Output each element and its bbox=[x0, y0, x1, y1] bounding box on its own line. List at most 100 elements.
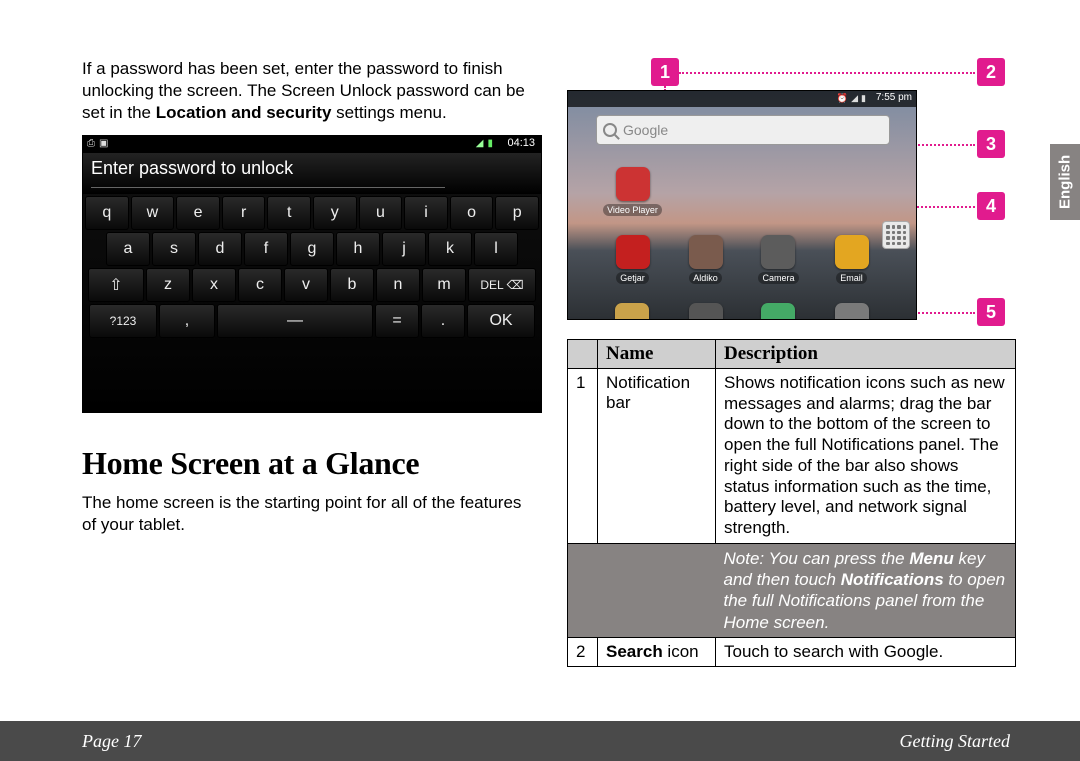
key-h: h bbox=[336, 232, 380, 266]
callout-1: 1 bbox=[651, 58, 679, 86]
status-right-icons: ◢▮ bbox=[476, 138, 493, 149]
app-music: Music bbox=[689, 303, 723, 320]
key-x: x bbox=[192, 268, 236, 302]
key-n: n bbox=[376, 268, 420, 302]
key-v: v bbox=[284, 268, 328, 302]
key-j: j bbox=[382, 232, 426, 266]
callout-4: 4 bbox=[977, 192, 1005, 220]
android-icon: ▣ bbox=[99, 138, 108, 149]
app-icon bbox=[689, 235, 723, 269]
home-status-time: 7:55 pm bbox=[876, 92, 912, 103]
key-y: y bbox=[313, 196, 357, 230]
alarm-icon: ⏰ bbox=[837, 93, 848, 104]
cell-1-desc: Shows notification icons such as new mes… bbox=[716, 369, 1016, 544]
wifi-icon: ◢ bbox=[851, 93, 858, 104]
password-input bbox=[91, 182, 445, 188]
status-left-icons: ⎙▣ bbox=[87, 138, 108, 149]
key-q: q bbox=[85, 196, 129, 230]
th-desc: Description bbox=[716, 340, 1016, 369]
app-email: Email bbox=[835, 235, 869, 303]
key-z: z bbox=[146, 268, 190, 302]
battery-icon: ▮ bbox=[487, 138, 493, 149]
app-label: Video Player bbox=[603, 204, 662, 216]
section-heading: Home Screen at a Glance bbox=[82, 445, 531, 482]
key-w: w bbox=[131, 196, 175, 230]
app-label: Email bbox=[836, 272, 867, 284]
th-num bbox=[568, 340, 598, 369]
key-m: m bbox=[422, 268, 466, 302]
key-delete: DEL ⌫ bbox=[468, 268, 536, 302]
home-status-icons: ⏰◢▮ bbox=[837, 93, 866, 104]
key-symbols: ?123 bbox=[89, 304, 157, 338]
key-u: u bbox=[359, 196, 403, 230]
cell-2-name: Search icon bbox=[598, 637, 716, 666]
app-icon bbox=[689, 303, 723, 320]
app-label: Getjar bbox=[616, 272, 649, 284]
callout-5: 5 bbox=[977, 298, 1005, 326]
app-icon bbox=[835, 235, 869, 269]
key-t: t bbox=[267, 196, 311, 230]
key-r: r bbox=[222, 196, 266, 230]
language-tab: English bbox=[1050, 144, 1080, 220]
app-icon bbox=[835, 303, 869, 320]
home-screen-screenshot: ⏰◢▮ 7:55 pm Google Video Player Getjar Ald… bbox=[567, 90, 917, 320]
app-video-player: Video Player bbox=[603, 167, 662, 235]
home-status-bar: ⏰◢▮ 7:55 pm bbox=[568, 91, 916, 107]
key-space: — bbox=[217, 304, 373, 338]
key-b: b bbox=[330, 268, 374, 302]
cell-2-num: 2 bbox=[568, 637, 598, 666]
key-p: p bbox=[495, 196, 539, 230]
usb-icon: ⎙ bbox=[87, 138, 95, 149]
cell-1-num: 1 bbox=[568, 369, 598, 544]
app-getjar: Getjar bbox=[616, 235, 650, 303]
page-footer: Page 17 Getting Started bbox=[0, 721, 1080, 761]
app-label: Aldiko bbox=[689, 272, 722, 284]
callout-3: 3 bbox=[977, 130, 1005, 158]
cell-1-name: Notification bar bbox=[598, 369, 716, 544]
key-i: i bbox=[404, 196, 448, 230]
key-equals: = bbox=[375, 304, 419, 338]
key-s: s bbox=[152, 232, 196, 266]
key-k: k bbox=[428, 232, 472, 266]
home-screen-figure: 1 2 3 4 5 ⏰◢▮ 7:55 pm Googl bbox=[567, 58, 1016, 323]
callout-2: 2 bbox=[977, 58, 1005, 86]
app-icon bbox=[761, 303, 795, 320]
intro-paragraph: If a password has been set, enter the pa… bbox=[82, 58, 531, 123]
app-gallery: Gallery bbox=[614, 303, 651, 320]
app-icon bbox=[761, 235, 795, 269]
callout-table: Name Description 1 Notification bar Show… bbox=[567, 339, 1016, 667]
key-o: o bbox=[450, 196, 494, 230]
key-f: f bbox=[244, 232, 288, 266]
app-browser: Browser bbox=[758, 303, 799, 320]
cell-note: Note: You can press the Menu key and the… bbox=[716, 543, 1016, 637]
app-icon bbox=[615, 303, 649, 320]
status-bar: ⎙▣ ◢▮ 04:13 bbox=[83, 136, 541, 154]
key-ok: OK bbox=[467, 304, 535, 338]
app-label: Camera bbox=[758, 272, 798, 284]
key-g: g bbox=[290, 232, 334, 266]
cell-2-desc: Touch to search with Google. bbox=[716, 637, 1016, 666]
battery-icon: ▮ bbox=[861, 93, 866, 104]
app-aldiko: Aldiko bbox=[689, 235, 723, 303]
key-l: l bbox=[474, 232, 518, 266]
app-icon bbox=[616, 167, 650, 201]
key-a: a bbox=[106, 232, 150, 266]
search-placeholder: Google bbox=[623, 122, 668, 138]
key-period: . bbox=[421, 304, 465, 338]
key-shift: ⇧ bbox=[88, 268, 144, 302]
key-c: c bbox=[238, 268, 282, 302]
search-icon bbox=[603, 123, 617, 137]
key-comma: , bbox=[159, 304, 215, 338]
th-name: Name bbox=[598, 340, 716, 369]
wifi-icon: ◢ bbox=[476, 138, 484, 149]
app-icon bbox=[616, 235, 650, 269]
section-body: The home screen is the starting point fo… bbox=[82, 492, 531, 536]
search-bar: Google bbox=[596, 115, 890, 145]
app-camera: Camera bbox=[758, 235, 798, 303]
key-d: d bbox=[198, 232, 242, 266]
key-e: e bbox=[176, 196, 220, 230]
footer-page: Page 17 bbox=[82, 731, 141, 752]
unlock-prompt: Enter password to unlock bbox=[83, 154, 541, 194]
app-settings: Settings bbox=[831, 303, 872, 320]
footer-section: Getting Started bbox=[900, 731, 1011, 752]
